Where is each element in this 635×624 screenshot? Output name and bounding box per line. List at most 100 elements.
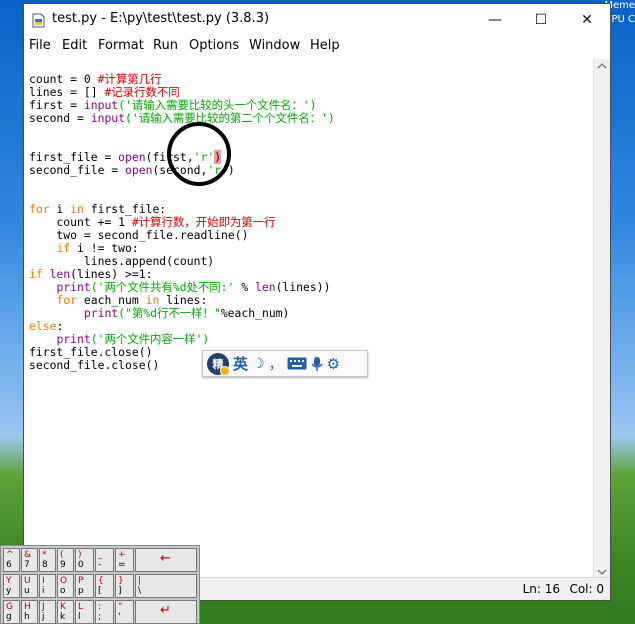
key-label: 9 xyxy=(60,560,66,570)
keyboard-key[interactable]: ^ 6 xyxy=(3,548,20,572)
ime-toolbar[interactable]: 精 英 ☽ ， ⚙ xyxy=(202,350,368,377)
vertical-scrollbar[interactable] xyxy=(593,59,610,579)
keyboard-key[interactable]: + = xyxy=(115,548,134,572)
keyboard-key[interactable]: {[ xyxy=(95,574,114,598)
keyboard-key[interactable]: :; xyxy=(95,600,114,624)
menu-edit[interactable]: Edit xyxy=(62,38,87,53)
keyboard-key[interactable]: Ii xyxy=(39,574,56,598)
ime-logo-icon[interactable]: 精 xyxy=(207,352,230,376)
keyboard-key[interactable]: ← xyxy=(135,548,197,572)
keyboard-key[interactable]: }] xyxy=(115,574,134,598)
key-shift-label: } xyxy=(118,576,124,586)
key-shift-label: & xyxy=(24,550,32,560)
on-screen-keyboard: ^ 6 & 7 * 8(9) 0 _ - + = ← Yy Uu Ii Oo Pp{[}] | \ Gg Hh Jj Kk L… xyxy=(0,545,200,624)
code-line[interactable]: second_file.close() xyxy=(29,359,159,372)
code-token: if xyxy=(29,267,43,281)
keyboard-key[interactable]: & 7 xyxy=(21,548,38,572)
menu-window[interactable]: Window xyxy=(249,38,300,53)
key-shift-label: | xyxy=(138,576,142,586)
maximize-button[interactable]: ☐ xyxy=(518,4,564,35)
menu-run[interactable]: Run xyxy=(153,38,178,53)
keyboard-key[interactable]: | \ xyxy=(135,574,197,598)
code-token: lines.append(count) xyxy=(29,254,215,268)
code-editor[interactable]: count = 0 #计算第几行 lines = [] #记录行数不同 first … xyxy=(25,59,595,579)
line-number-status: Ln: 16 xyxy=(522,582,560,596)
keyboard-key[interactable]: Gg xyxy=(3,600,20,624)
menu-format[interactable]: Format xyxy=(98,38,144,53)
key-shift-label: _ xyxy=(98,550,103,560)
idle-editor-window: test.py - E:\py\test\test.py (3.8.3) — ☐… xyxy=(23,3,611,601)
code-token: second_file = xyxy=(29,163,126,177)
key-label: u xyxy=(24,586,30,596)
key-shift-label: I xyxy=(42,576,45,586)
key-shift-label: ) xyxy=(78,550,82,560)
key-shift-label: + xyxy=(118,550,126,560)
window-title: test.py - E:\py\test\test.py (3.8.3) xyxy=(52,11,270,26)
highlight-circle-annotation xyxy=(167,122,231,186)
key-label: l xyxy=(78,612,81,622)
keyboard-key[interactable]: Yy xyxy=(3,574,20,598)
key-label: = xyxy=(118,560,126,570)
keyboard-key[interactable]: Hh xyxy=(21,600,38,624)
key-label: ↵ xyxy=(160,603,171,618)
code-token: (lines)) xyxy=(275,280,331,294)
key-label: y xyxy=(6,586,12,596)
title-bar[interactable]: test.py - E:\py\test\test.py (3.8.3) — ☐… xyxy=(24,4,610,35)
keyboard-key[interactable]: Oo xyxy=(57,574,74,598)
keyboard-key[interactable]: Ll xyxy=(75,600,94,624)
key-label: 0 xyxy=(78,560,84,570)
key-label: o xyxy=(60,586,66,596)
keyboard-key[interactable]: Kk xyxy=(57,600,74,624)
code-token: #计算行数，开始即为第一行 xyxy=(131,215,276,229)
key-label: \ xyxy=(138,586,142,596)
key-label: 7 xyxy=(24,560,30,570)
code-token: count = 0 xyxy=(29,72,98,86)
keyboard-key[interactable]: ↵ xyxy=(135,600,197,624)
punctuation-icon[interactable]: ， xyxy=(269,354,283,374)
code-token: len xyxy=(254,280,276,294)
close-button[interactable]: ✕ xyxy=(564,4,610,35)
key-shift-label: * xyxy=(42,550,47,560)
code-token: print xyxy=(56,280,91,294)
keyboard-key[interactable]: Uu xyxy=(21,574,38,598)
minimize-button[interactable]: — xyxy=(472,4,518,35)
code-line[interactable]: print("第%d行不一样！"%each_num) xyxy=(29,306,290,320)
code-token: first_file.close() xyxy=(29,345,153,359)
keyboard-key[interactable]: " ' xyxy=(115,600,134,624)
menu-options[interactable]: Options xyxy=(189,38,239,53)
gear-icon[interactable]: ⚙ xyxy=(327,355,340,373)
code-token: input xyxy=(83,98,119,112)
key-label: ← xyxy=(160,551,171,566)
code-token: ('请输入需要比较的第二个个文件名：') xyxy=(125,111,335,125)
key-label: j xyxy=(42,612,45,622)
scroll-up-icon[interactable] xyxy=(594,59,610,73)
keyboard-key[interactable]: Pp xyxy=(75,574,94,598)
code-line[interactable]: second = input('请输入需要比较的第二个个文件名：') xyxy=(29,112,335,125)
keyboard-key[interactable]: ) 0 xyxy=(75,548,94,572)
code-token: if xyxy=(56,241,71,255)
key-shift-label: G xyxy=(6,602,13,612)
half-width-moon-icon[interactable]: ☽ xyxy=(252,356,265,372)
ime-language-toggle[interactable]: 英 xyxy=(233,353,248,374)
key-label: k xyxy=(60,612,66,622)
keyboard-key[interactable]: (9 xyxy=(57,548,74,572)
code-token: i != two: xyxy=(70,241,139,255)
code-token: len xyxy=(49,267,71,281)
menu-file[interactable]: File xyxy=(29,38,51,53)
menu-help[interactable]: Help xyxy=(310,38,340,53)
soft-keyboard-icon[interactable] xyxy=(287,357,307,370)
microphone-icon[interactable] xyxy=(311,356,323,372)
keyboard-key[interactable]: * 8 xyxy=(39,548,56,572)
code-token: in xyxy=(145,293,160,307)
code-token: first_file: xyxy=(83,202,167,216)
key-label: h xyxy=(24,612,30,622)
key-shift-label: H xyxy=(24,602,31,612)
keyboard-key[interactable]: Jj xyxy=(39,600,56,624)
code-token: %each_num) xyxy=(220,306,290,320)
code-token: count += 1 xyxy=(29,215,132,229)
keyboard-key[interactable]: _ - xyxy=(95,548,114,572)
key-shift-label: J xyxy=(42,602,45,612)
